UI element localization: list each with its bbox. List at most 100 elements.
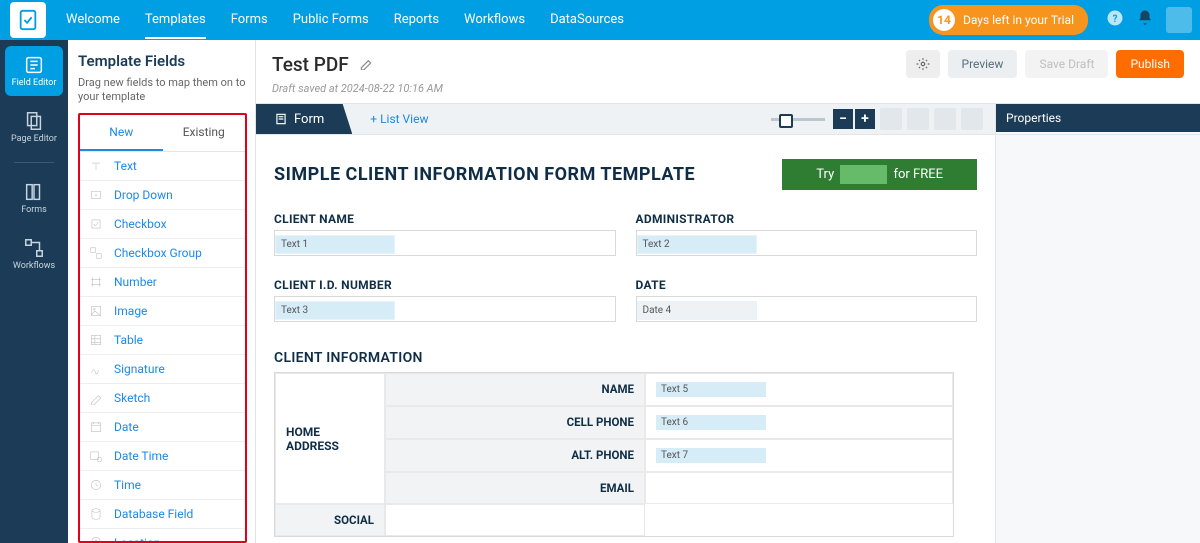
field-location[interactable]: Location xyxy=(80,529,245,543)
form-heading: SIMPLE CLIENT INFORMATION FORM TEMPLATE xyxy=(274,164,695,185)
field-date[interactable]: Date xyxy=(80,413,245,442)
nav-datasources[interactable]: DataSources xyxy=(550,2,624,39)
row-cell-value[interactable]: Text 6 xyxy=(645,406,953,439)
app-logo[interactable] xyxy=(10,2,46,38)
row-email-label: EMAIL xyxy=(385,472,645,504)
date-icon xyxy=(88,419,104,435)
top-bar: Welcome Templates Forms Public Forms Rep… xyxy=(0,0,1200,40)
field-text-3[interactable]: Text 3 xyxy=(275,301,395,320)
svg-text:?: ? xyxy=(1113,14,1118,25)
field-dropdown[interactable]: Drop Down xyxy=(80,181,245,210)
nav-workflows[interactable]: Workflows xyxy=(464,2,525,39)
field-number[interactable]: Number xyxy=(80,268,245,297)
row-social-value[interactable] xyxy=(385,504,645,536)
date-box[interactable]: Date 4 xyxy=(636,296,978,322)
row-name-value[interactable]: Text 5 xyxy=(645,373,953,406)
template-fields-panel: Template Fields Drag new fields to map t… xyxy=(68,40,256,543)
tab-form[interactable]: Form xyxy=(256,104,352,134)
rail-label: Page Editor xyxy=(11,134,57,144)
try-free-button[interactable]: Try for FREE xyxy=(782,159,977,190)
field-checkbox[interactable]: Checkbox xyxy=(80,210,245,239)
tab-new[interactable]: New xyxy=(80,115,163,151)
rail-workflows[interactable]: Workflows xyxy=(5,229,63,279)
rail-label: Workflows xyxy=(13,261,55,271)
zoom-out-button[interactable]: − xyxy=(833,109,853,129)
label-date: DATE xyxy=(636,278,978,292)
panel-subtitle: Drag new fields to map them on to your t… xyxy=(78,76,247,105)
client-id-box[interactable]: Text 3 xyxy=(274,296,616,322)
field-text-2[interactable]: Text 2 xyxy=(637,235,757,254)
section-client-info: CLIENT INFORMATION xyxy=(274,350,977,366)
properties-header: Properties xyxy=(996,104,1200,132)
location-icon xyxy=(88,535,104,543)
left-rail: Field Editor Page Editor Forms Workflows xyxy=(0,40,68,543)
toolbar-btn-2[interactable] xyxy=(907,108,929,130)
trial-text: Days left in your Trial xyxy=(963,13,1074,27)
field-database[interactable]: Database Field xyxy=(80,500,245,529)
trial-badge[interactable]: 14 Days left in your Trial xyxy=(929,5,1088,35)
save-draft-button[interactable]: Save Draft xyxy=(1025,50,1108,78)
main-area: Test PDF Preview Save Draft Publish Draf… xyxy=(256,40,1200,543)
properties-panel xyxy=(995,135,1200,543)
field-time[interactable]: Time xyxy=(80,471,245,500)
form-canvas[interactable]: SIMPLE CLIENT INFORMATION FORM TEMPLATE … xyxy=(256,135,995,543)
field-table[interactable]: Table xyxy=(80,326,245,355)
top-icons: ? xyxy=(1106,9,1154,31)
text-icon xyxy=(88,158,104,174)
zoom-slider[interactable] xyxy=(771,118,825,121)
nav-forms[interactable]: Forms xyxy=(231,2,268,39)
field-checkbox-group[interactable]: Checkbox Group xyxy=(80,239,245,268)
zoom-in-button[interactable]: + xyxy=(855,109,875,129)
field-text-6[interactable]: Text 6 xyxy=(656,415,766,430)
administrator-box[interactable]: Text 2 xyxy=(636,230,978,256)
field-signature[interactable]: Signature xyxy=(80,355,245,384)
row-name-label: NAME xyxy=(385,373,645,406)
number-icon xyxy=(88,274,104,290)
row-cell-label: CELL PHONE xyxy=(385,406,645,439)
fields-highlight-box: New Existing Text Drop Down Checkbox Che… xyxy=(78,113,247,543)
nav-templates[interactable]: Templates xyxy=(145,2,206,39)
user-avatar[interactable] xyxy=(1166,7,1192,33)
rail-forms[interactable]: Forms xyxy=(5,173,63,223)
rail-field-editor[interactable]: Field Editor xyxy=(5,46,63,96)
field-tabs: New Existing xyxy=(80,115,245,152)
add-list-view[interactable]: + List View xyxy=(370,112,428,126)
row-social-label: SOCIAL xyxy=(275,504,385,536)
field-image[interactable]: Image xyxy=(80,297,245,326)
field-text[interactable]: Text xyxy=(80,152,245,181)
nav-welcome[interactable]: Welcome xyxy=(66,2,120,39)
home-address-cell[interactable]: HOME ADDRESS xyxy=(275,373,385,504)
field-text-7[interactable]: Text 7 xyxy=(656,448,766,463)
client-name-box[interactable]: Text 1 xyxy=(274,230,616,256)
label-client-name: CLIENT NAME xyxy=(274,212,616,226)
nav-public-forms[interactable]: Public Forms xyxy=(293,2,369,39)
field-text-5[interactable]: Text 5 xyxy=(656,382,766,397)
row-email-value[interactable] xyxy=(645,472,953,504)
canvas-toolbar: Form + List View − + Properties xyxy=(256,103,1200,135)
field-datetime[interactable]: Date Time xyxy=(80,442,245,471)
bell-icon[interactable] xyxy=(1136,9,1154,31)
rail-label: Forms xyxy=(21,205,47,215)
toolbar-btn-4[interactable] xyxy=(961,108,983,130)
field-sketch[interactable]: Sketch xyxy=(80,384,245,413)
signature-icon xyxy=(88,361,104,377)
tab-existing[interactable]: Existing xyxy=(163,115,246,151)
toolbar-btn-3[interactable] xyxy=(934,108,956,130)
doc-saved-text: Draft saved at 2024-08-22 10:16 AM xyxy=(256,82,1200,103)
help-icon[interactable]: ? xyxy=(1106,9,1124,31)
rail-page-editor[interactable]: Page Editor xyxy=(5,102,63,152)
nav-reports[interactable]: Reports xyxy=(394,2,439,39)
settings-button[interactable] xyxy=(906,50,940,78)
field-text-1[interactable]: Text 1 xyxy=(275,235,395,254)
row-alt-label: ALT. PHONE xyxy=(385,439,645,472)
publish-button[interactable]: Publish xyxy=(1116,50,1184,78)
sketch-icon xyxy=(88,390,104,406)
dropdown-icon xyxy=(88,187,104,203)
edit-title-icon[interactable] xyxy=(359,55,373,74)
image-icon xyxy=(88,303,104,319)
preview-button[interactable]: Preview xyxy=(948,50,1018,78)
field-list: Text Drop Down Checkbox Checkbox Group N… xyxy=(80,152,245,543)
row-alt-value[interactable]: Text 7 xyxy=(645,439,953,472)
toolbar-btn-1[interactable] xyxy=(880,108,902,130)
field-date-4[interactable]: Date 4 xyxy=(637,301,757,320)
